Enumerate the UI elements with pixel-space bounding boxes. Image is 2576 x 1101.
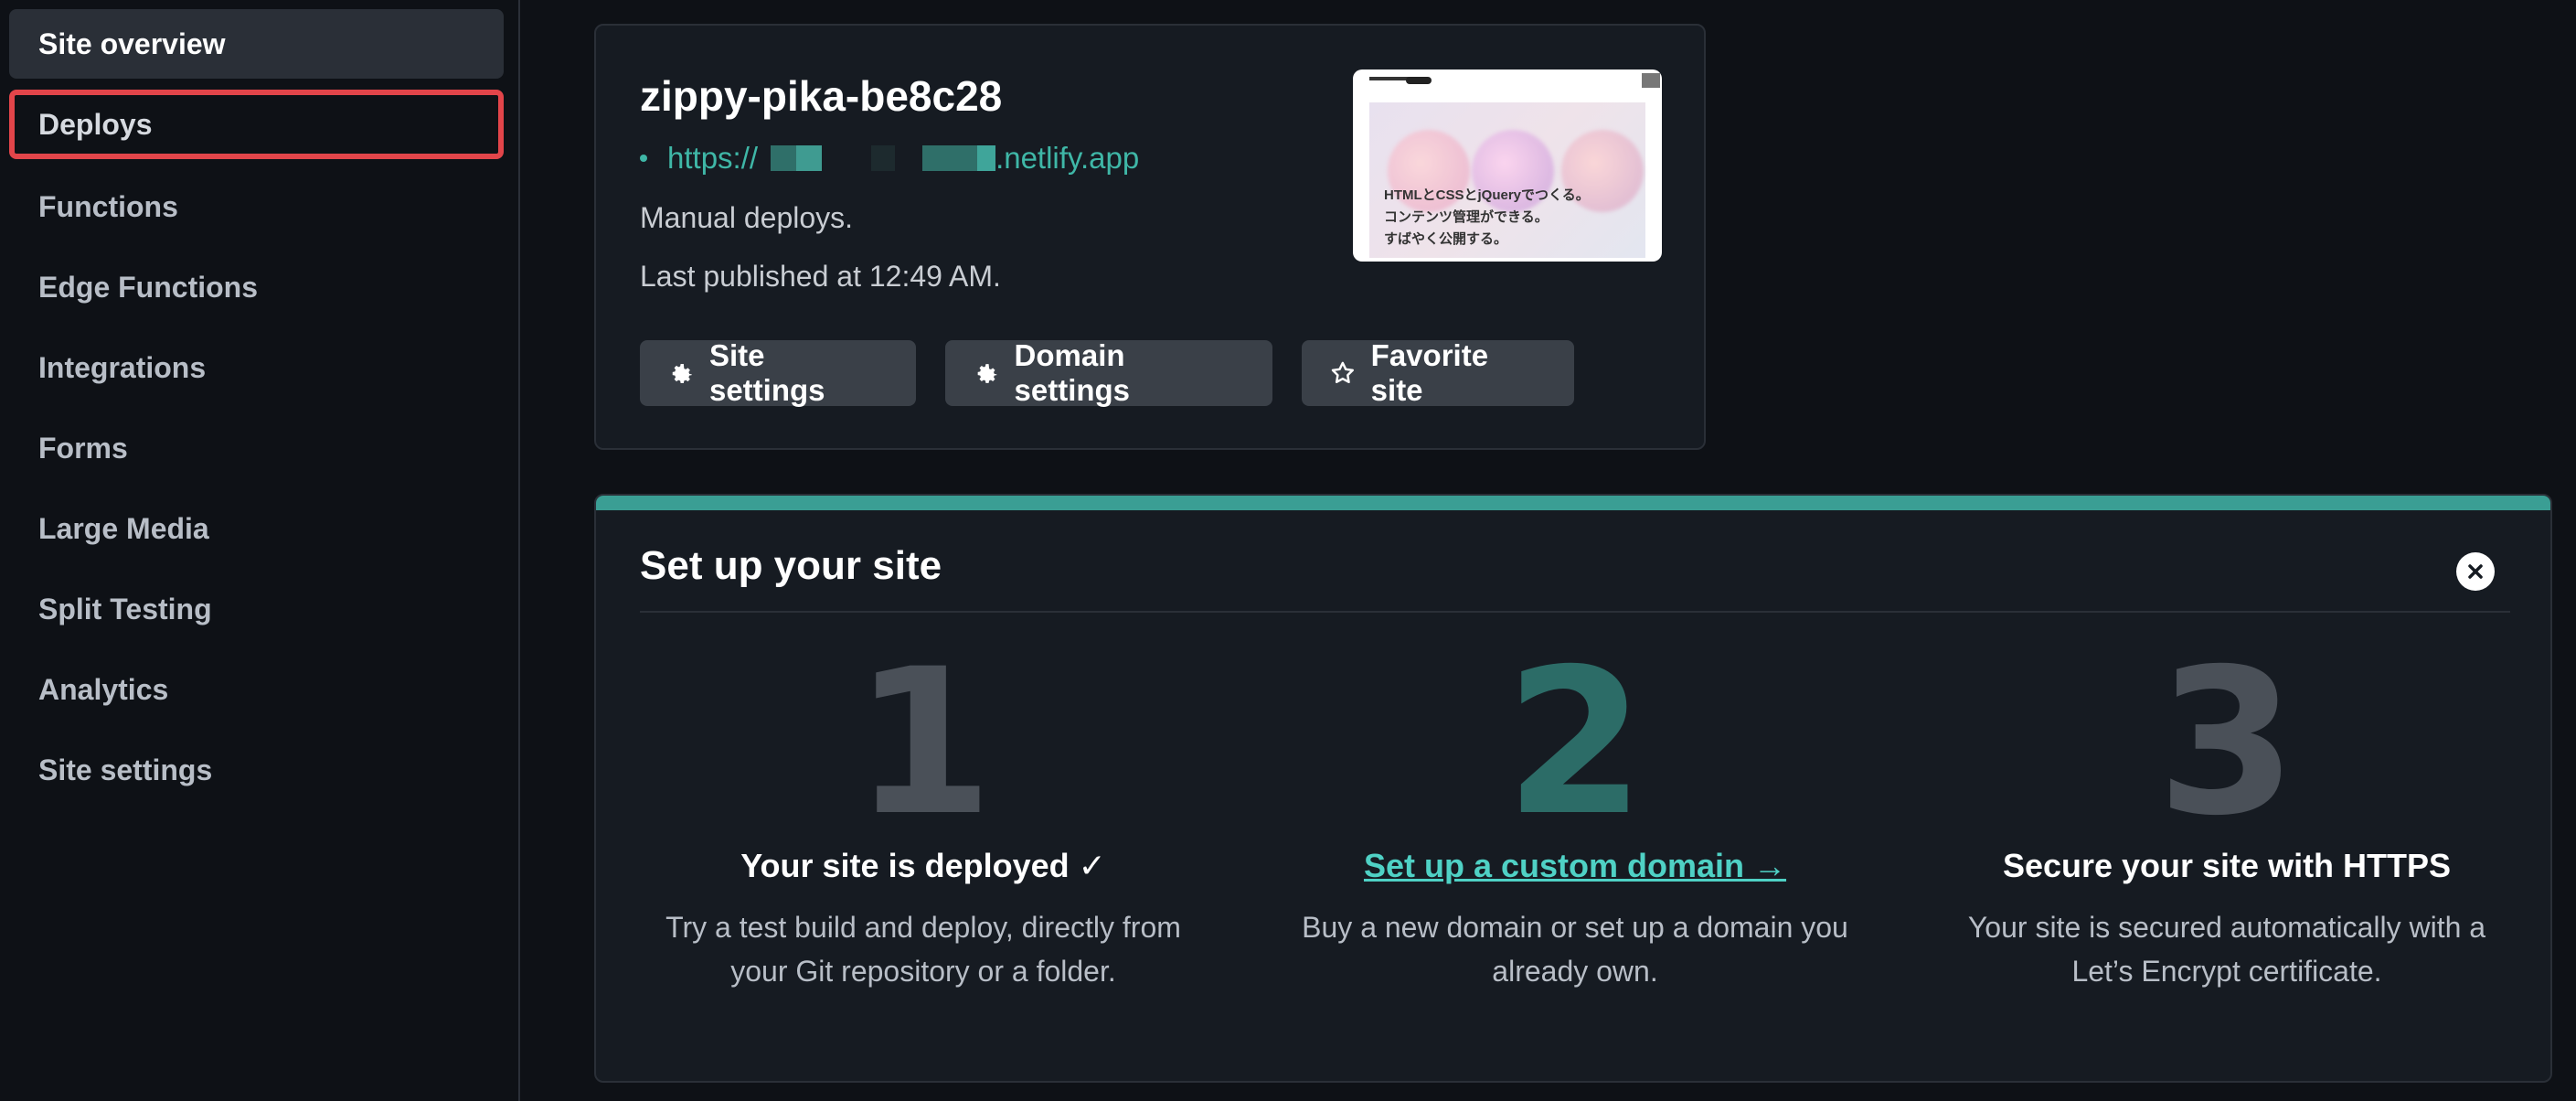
step-description-line: Buy a new domain or set up a domain you (1302, 911, 1848, 944)
step-description: Buy a new domain or set up a domain you … (1301, 905, 1849, 993)
sidebar: Site overview Deploys Functions Edge Fun… (0, 0, 520, 1101)
site-name: zippy-pika-be8c28 (640, 72, 1003, 120)
site-summary-card: zippy-pika-be8c28 https:// .netlify.app … (594, 24, 1706, 450)
star-icon (1331, 361, 1354, 384)
sidebar-item-deploys[interactable]: Deploys (9, 90, 504, 159)
redacted-url-segment (771, 145, 996, 171)
gear-icon (672, 364, 692, 383)
site-settings-label: Site settings (708, 338, 825, 407)
favorite-site-label: Favorite site (1370, 338, 1489, 407)
sidebar-item-label: Integrations (38, 350, 207, 384)
sidebar-item-label: Site overview (38, 27, 226, 60)
last-published-text: Last published at 12:49 AM. (640, 260, 1001, 293)
sidebar-item-site-settings[interactable]: Site settings (9, 735, 504, 805)
preview-menu-icon (1642, 73, 1660, 88)
preview-text-line: コンテンツ管理ができる。 (1384, 209, 1549, 225)
site-url-prefix: https:// (667, 141, 759, 175)
setup-title: Set up your site (640, 543, 942, 588)
gear-icon (977, 364, 997, 383)
step-description-line: Let’s Encrypt certificate. (2071, 955, 2382, 988)
sidebar-item-functions[interactable]: Functions (9, 172, 504, 241)
sidebar-item-edge-functions[interactable]: Edge Functions (9, 252, 504, 322)
domain-settings-label: Domain settings (1014, 338, 1131, 407)
preview-text-line: すばやく公開する。 (1384, 231, 1508, 247)
step-title: Your site is deployed ✓ (740, 847, 1106, 884)
custom-domain-link[interactable]: Set up a custom domain → (1301, 847, 1849, 885)
site-preview-thumbnail[interactable]: HTMLとCSSとjQueryでつくる。 コンテンツ管理ができる。 すばやく公開… (1353, 69, 1662, 262)
step-number: 2 (1505, 625, 1645, 860)
setup-accent-bar (596, 496, 2550, 510)
favorite-site-button[interactable]: Favorite site (1302, 338, 1574, 407)
step-number: 1 (853, 625, 994, 860)
step-description: Try a test build and deploy, directly fr… (649, 905, 1198, 993)
preview-badge (1406, 77, 1432, 84)
preview-hero: HTMLとCSSとjQueryでつくる。 コンテンツ管理ができる。 すばやく公開… (1369, 102, 1645, 258)
sidebar-item-label: Site settings (38, 753, 213, 786)
sidebar-item-split-testing[interactable]: Split Testing (9, 574, 504, 644)
site-url-link[interactable]: https:// .netlify.app (640, 141, 1139, 176)
step-number: 3 (2156, 625, 2297, 860)
sidebar-item-label: Split Testing (38, 592, 212, 625)
step-description-line: your Git repository or a folder. (730, 955, 1116, 988)
step-description-line: already own. (1492, 955, 1658, 988)
site-url-suffix: .netlify.app (995, 141, 1140, 175)
setup-divider (640, 611, 2510, 613)
close-button[interactable] (2456, 552, 2495, 591)
sidebar-item-label: Analytics (38, 672, 169, 706)
setup-step-https: 3 Secure your site with HTTPS Your site … (1953, 625, 2501, 993)
sidebar-item-label: Deploys (38, 107, 153, 141)
step-description: Your site is secured automatically with … (1953, 905, 2501, 993)
sidebar-item-label: Large Media (38, 511, 209, 545)
close-icon (2468, 564, 2483, 579)
sidebar-item-integrations[interactable]: Integrations (9, 333, 504, 402)
setup-step-deploy: 1 Your site is deployed ✓ Try a test bui… (649, 625, 1198, 993)
sidebar-item-label: Edge Functions (38, 270, 258, 304)
bullet-icon (640, 155, 647, 162)
sidebar-item-site-overview[interactable]: Site overview (9, 9, 504, 79)
step-description-line: Try a test build and deploy, directly fr… (665, 911, 1181, 944)
domain-settings-button[interactable]: Domain settings (945, 338, 1272, 407)
site-settings-button[interactable]: Site settings (640, 338, 916, 407)
sidebar-item-forms[interactable]: Forms (9, 413, 504, 483)
sidebar-item-large-media[interactable]: Large Media (9, 494, 504, 563)
step-title: Secure your site with HTTPS (2002, 847, 2452, 884)
sidebar-item-analytics[interactable]: Analytics (9, 655, 504, 724)
step-description-line: Your site is secured automatically with … (1967, 911, 2486, 944)
setup-step-domain: 2 Set up a custom domain → Buy a new dom… (1301, 625, 1849, 993)
sidebar-item-label: Functions (38, 189, 178, 223)
preview-text-line: HTMLとCSSとjQueryでつくる。 (1384, 187, 1590, 203)
setup-panel: Set up your site 1 Your site is deployed… (594, 494, 2552, 1083)
sidebar-item-label: Forms (38, 431, 128, 465)
deploy-mode-text: Manual deploys. (640, 201, 854, 234)
